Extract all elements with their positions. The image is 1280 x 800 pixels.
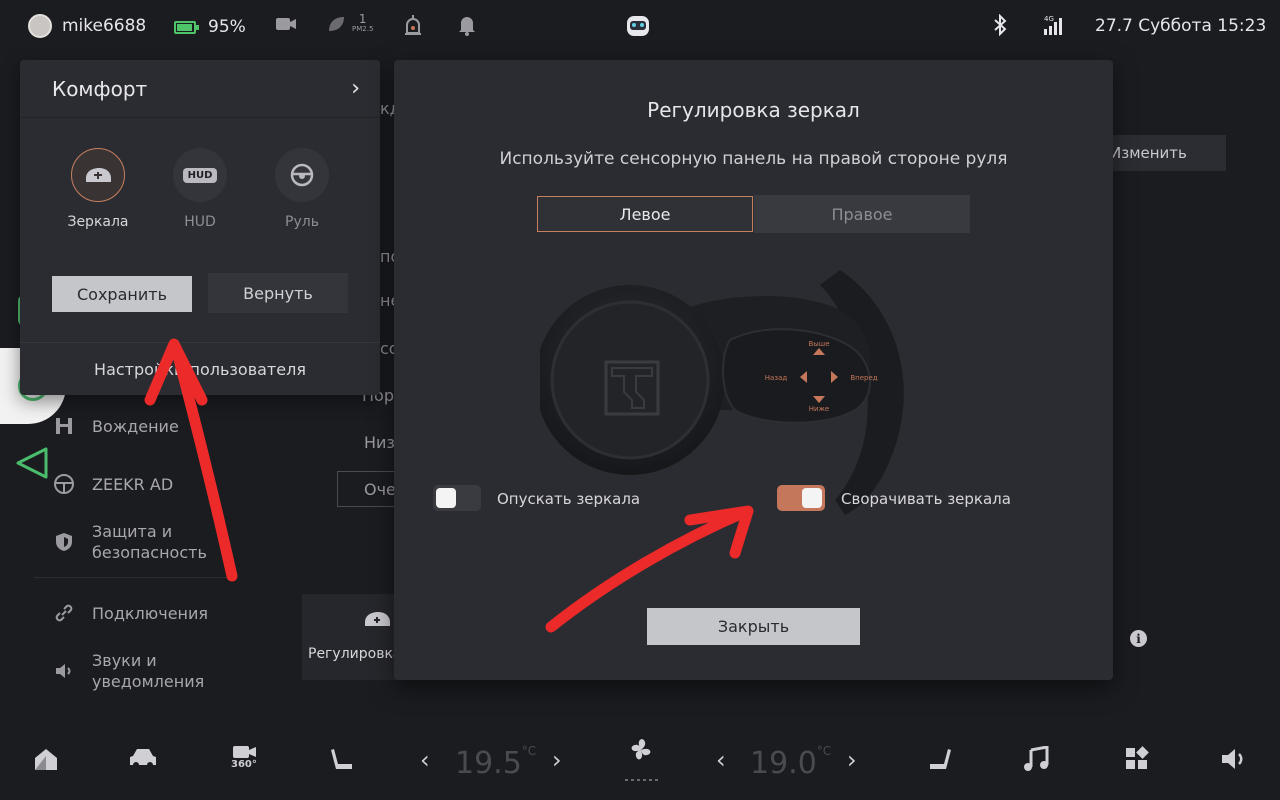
drive-icon [52,414,76,438]
comfort-header[interactable]: Комфорт › [20,60,380,118]
menu-item-driving[interactable]: Вождение [52,414,179,438]
quick-action-hud[interactable]: HUD HUD [160,148,240,230]
menu-item-label: Вождение [92,416,179,436]
quick-action-mirrors[interactable]: Зеркала [58,148,138,230]
comfort-divider [20,342,380,343]
info-icon[interactable]: i [1130,630,1147,647]
apps-icon[interactable] [1124,746,1150,776]
temp-right[interactable]: 19.0°C [750,744,831,781]
menu-item-label: ZEEKR AD [92,474,174,494]
temp-right-value: 19.0 [750,746,817,781]
car-icon[interactable] [128,746,158,774]
change-button[interactable]: Изменить [1102,135,1226,171]
back-button[interactable] [14,446,50,484]
dpad-left-label: Назад [765,374,788,382]
dpad-up-label: Выше [808,340,829,348]
quick-action-wheel[interactable]: Руль [262,148,342,230]
temp-right-increase[interactable]: › [847,746,857,774]
toggle-knob [802,488,822,508]
user-settings-link[interactable]: Настройки пользователя [20,360,380,379]
lower-mirrors-toggle[interactable] [433,485,481,511]
mirror-icon [71,148,125,202]
camera-360-icon[interactable]: 360° [230,742,260,776]
fan-icon[interactable] [613,736,669,788]
dpad-down-label: Ниже [809,405,829,413]
passenger-seat-icon[interactable] [926,746,952,776]
quick-action-label: Зеркала [67,214,129,230]
menu-item-label: Звуки и уведомления [92,651,205,691]
steering-icon [52,472,76,496]
bg-card-label: Регулировка [308,646,402,662]
dialog-subtitle: Используйте сенсорную панель на правой с… [499,149,1008,169]
fold-mirrors-label: Сворачивать зеркала [841,490,1011,508]
temp-unit: °C [521,744,537,758]
menu-item-label: Подключения [92,603,209,623]
segment-left-mirror[interactable]: Левое [537,196,753,232]
lower-mirrors-label: Опускать зеркала [497,490,641,508]
menu-divider [34,577,234,578]
hud-icon: HUD [173,148,227,202]
menu-item-safety[interactable]: Защита и безопасность [52,521,212,563]
speaker-icon [52,659,76,683]
fold-mirrors-toggle[interactable] [777,485,825,511]
temp-left-decrease[interactable]: ‹ [420,746,430,774]
comfort-title: Комфорт [52,76,148,101]
segment-right-mirror[interactable]: Правое [754,195,970,233]
home-dock-icon[interactable] [32,746,60,776]
bg-partial-label: Низ [364,433,395,452]
bg-outline-button[interactable]: Оче [337,471,396,507]
music-icon[interactable] [1022,745,1050,776]
menu-item-label: Защита и безопасность [92,522,207,562]
save-button[interactable]: Сохранить [52,276,192,312]
quick-action-label: Руль [285,214,319,230]
menu-item-connections[interactable]: Подключения [52,601,208,625]
temp-right-decrease[interactable]: ‹ [716,746,726,774]
temp-left[interactable]: 19.5°C [455,744,536,781]
quick-action-label: HUD [184,214,216,230]
hud-chip: HUD [182,167,218,183]
dialog-title: Регулировка зеркал [647,98,860,122]
return-button[interactable]: Вернуть [208,273,348,313]
camera-360-label: 360° [231,759,257,770]
temp-left-value: 19.5 [455,746,522,781]
mirror-adjust-dialog: Регулировка зеркал Используйте сенсорную… [394,60,1113,680]
bg-adjust-card[interactable]: Регулировка [302,594,402,680]
bottom-dock: 360° ‹ 19.5°C › ‹ 19.0°C › [0,720,1280,800]
shield-icon [52,530,76,554]
temp-left-increase[interactable]: › [552,746,562,774]
back-triangle-icon [16,447,48,479]
steering-wheel-icon [275,148,329,202]
close-button[interactable]: Закрыть [647,608,860,645]
menu-item-sounds[interactable]: Звуки и уведомления [52,650,212,692]
temp-unit: °C [816,744,832,758]
link-icon [52,601,76,625]
chevron-right-icon[interactable]: › [351,76,360,101]
volume-icon[interactable] [1220,746,1248,776]
steering-wheel-illustration: Выше Ниже Назад Вперед [540,270,904,515]
dpad-right-label: Вперед [850,374,877,382]
menu-item-zeekr-ad[interactable]: ZEEKR AD [52,472,173,496]
mirror-icon [365,612,390,626]
toggle-knob [436,488,456,508]
seat-icon[interactable] [330,746,356,776]
comfort-panel: Комфорт › Зеркала HUD HUD Руль Сохранить… [20,60,380,395]
